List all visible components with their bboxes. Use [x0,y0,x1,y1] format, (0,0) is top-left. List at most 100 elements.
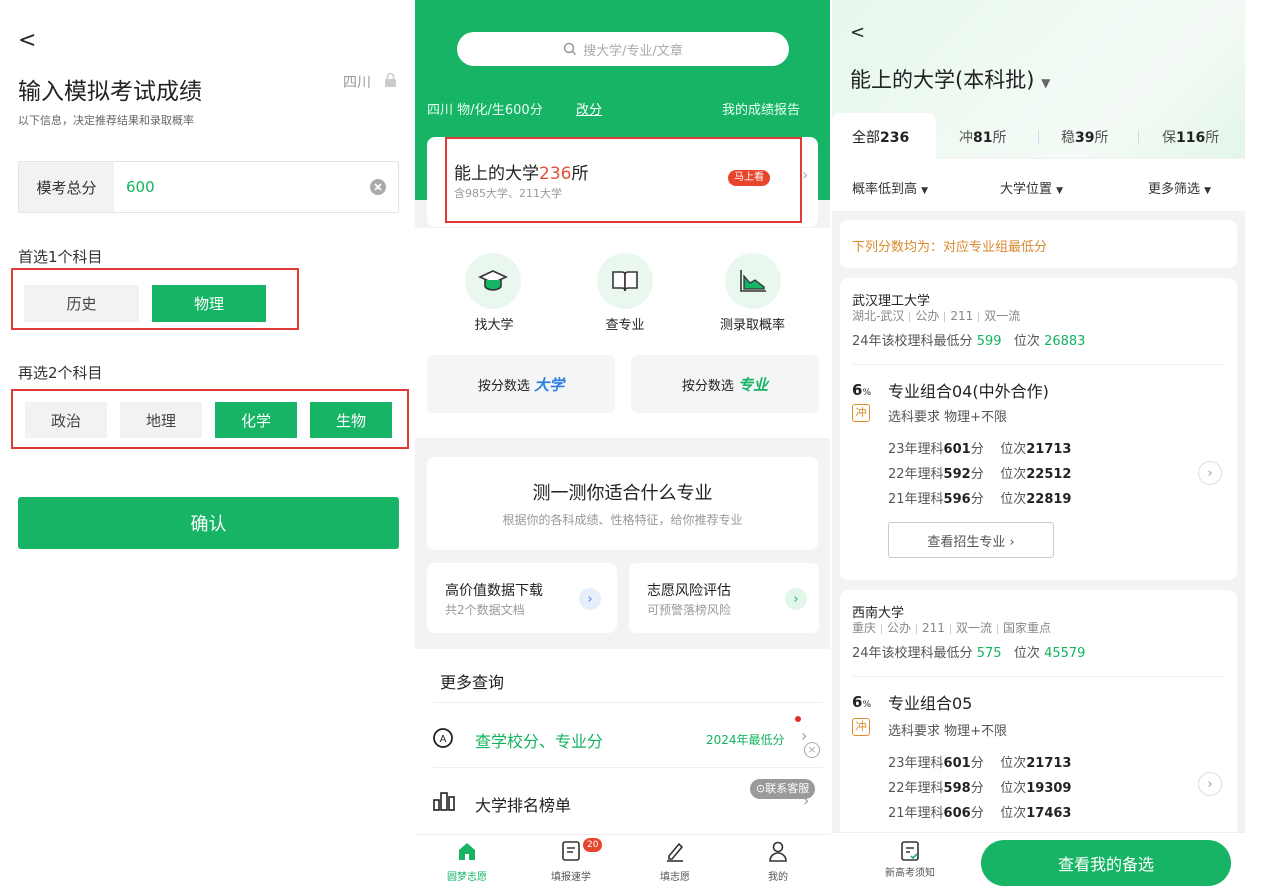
find-university-label[interactable]: 找大学 [470,314,518,333]
tab-stable[interactable]: 稳39所 [1061,127,1108,147]
score-icon: A [432,727,454,749]
tab-rush[interactable]: 冲81所 [959,127,1006,147]
history-row: 22年理科598分 位次19309 [888,781,1072,796]
notice-card: 下列分数均为：对应专业组最低分 [840,220,1237,268]
school-min-score: 24年该校理科最低分 599 位次 26883 [852,334,1086,349]
svg-text:A: A [440,734,447,745]
divider [433,702,823,703]
chevron-right-icon: › [803,791,810,810]
view-majors-button[interactable]: 查看招生专业 › [888,522,1054,558]
history-row: 22年理科592分 位次22512 [888,467,1072,482]
chevron-right-icon: › [579,588,601,610]
score-input[interactable]: 600 [114,162,358,212]
history-row: 23年理科601分 位次21713 [888,442,1072,457]
view-shortlist-button[interactable]: 查看我的备选 [981,840,1231,886]
book-icon[interactable] [597,253,653,309]
search-placeholder: 搜大学/专业/文章 [583,43,683,59]
subject-biology-button[interactable]: 生物 [310,402,392,438]
chevron-right-icon: › [785,588,807,610]
filter-more[interactable]: 更多筛选 ▼ [1148,178,1211,197]
page-subtitle: 以下信息，决定推荐结果和录取概率 [18,114,194,127]
divider [852,364,1225,365]
subject-physics-button[interactable]: 物理 [152,285,266,322]
quiz-title: 测一测你适合什么专业 [532,483,713,504]
home-panel: 搜大学/专业/文章 四川 物/化/生600分 改分 我的成绩报告 能上的大学23… [415,0,830,890]
score-label: 模考总分 [19,162,114,212]
data-download-card[interactable]: 高价值数据下载 共2个数据文档 › [427,563,617,633]
download-title: 高价值数据下载 [445,583,543,599]
subject-history-button[interactable]: 历史 [24,285,139,322]
tab-safe[interactable]: 保116所 [1162,127,1219,147]
more-query-title: 更多查询 [440,673,505,692]
search-icon [563,42,577,56]
admission-probability-label[interactable]: 测录取概率 [700,314,805,333]
chevron-right-icon[interactable]: › [1198,772,1222,796]
find-major-label[interactable]: 查专业 [595,314,655,333]
tab-all-label[interactable]: 全部236 [852,127,909,147]
subject-geography-button[interactable]: 地理 [120,402,202,438]
red-dot [795,716,801,722]
subject-requirement: 选科要求 物理+不限 [888,724,1008,739]
rush-tag: 冲 [852,718,870,736]
nav-badge: 20 [583,838,603,852]
clear-icon[interactable] [358,162,398,212]
major-quiz-card[interactable]: 测一测你适合什么专业 根据你的各科成绩、性格特征，给你推荐专业 [427,457,818,550]
download-subtitle: 共2个数据文档 [445,603,525,617]
caret-down-icon[interactable]: ▼ [1041,76,1050,90]
close-icon[interactable]: × [804,742,820,758]
lock-icon [384,72,397,88]
nav-home[interactable]: 圆梦志愿 [437,840,497,883]
group-name: 专业组合04(中外合作) [888,382,1049,401]
home-icon [437,840,497,868]
rush-tag: 冲 [852,404,870,422]
history-row: 23年理科601分 位次21713 [888,756,1072,771]
score-report-link[interactable]: 我的成绩报告 [722,99,800,118]
history-row: 21年理科596分 位次22819 [888,492,1072,507]
user-icon [748,840,808,868]
school-tags: 重庆 公办 211 双一流 国家重点 [852,621,1051,635]
divider [1038,130,1039,144]
score-info: 四川 物/化/生600分 [427,103,543,118]
back-icon[interactable]: < [850,22,865,43]
query-score-right: 2024年最低分 [706,733,785,747]
back-icon[interactable]: < [18,28,36,53]
risk-assessment-card[interactable]: 志愿风险评估 可预警落榜风险 › [629,563,819,633]
probability: 6% [852,693,871,711]
history-row: 21年理科606分 位次17463 [888,806,1072,821]
page-title: 能上的大学(本科批) ▼ [850,68,1051,92]
score-input-panel: < 输入模拟考试成绩 四川 以下信息，决定推荐结果和录取概率 模考总分 600 … [0,0,413,890]
chart-area-icon[interactable] [725,253,781,309]
probability: 6% [852,381,871,399]
select-by-score-university[interactable]: 按分数选 大学 [427,355,615,413]
nav-mine[interactable]: 我的 [748,840,808,883]
select-by-score-major[interactable]: 按分数选 专业 [631,355,819,413]
school-card[interactable]: 西南大学 重庆 公办 211 双一流 国家重点 24年该校理科最低分 575 位次 45… [840,590,1237,840]
pen-icon [645,840,705,868]
second-subject-label: 再选2个科目 [18,364,103,382]
change-score-link[interactable]: 改分 [576,99,602,118]
risk-subtitle: 可预警落榜风险 [647,603,732,617]
university-list-panel: < 能上的大学(本科批) ▼ 全部236 冲81所 稳39所 保116所 概率低… [832,0,1245,890]
province-label[interactable]: 四川 [343,72,371,92]
risk-title: 志愿风险评估 [647,583,731,599]
checklist-icon [880,840,940,864]
chevron-right-icon: › [802,165,809,184]
filter-probability[interactable]: 概率低到高 ▼ [852,178,928,197]
school-card[interactable]: 武汉理工大学 湖北-武汉 公办 211 双一流 24年该校理科最低分 599 位次 2… [840,278,1237,580]
score-field: 模考总分 600 [18,161,399,213]
headset-icon: ⊙ [756,782,766,795]
highlight-box-reachable [445,137,802,223]
nav-fill-application[interactable]: 填志愿 [645,840,705,883]
subject-chemistry-button[interactable]: 化学 [215,402,297,438]
gaokao-notice[interactable]: 新高考须知 [880,840,940,879]
divider [1138,130,1139,144]
query-score-link[interactable]: 查学校分、专业分 [475,728,603,752]
quiz-subtitle: 根据你的各科成绩、性格特征，给你推荐专业 [502,513,743,527]
subject-politics-button[interactable]: 政治 [25,402,107,438]
filter-location[interactable]: 大学位置 ▼ [1000,178,1063,197]
ranking-list-link[interactable]: 大学排名榜单 [475,792,571,816]
confirm-button[interactable]: 确认 [18,497,399,549]
search-bar[interactable]: 搜大学/专业/文章 [457,32,789,66]
chevron-right-icon[interactable]: › [1198,461,1222,485]
graduation-cap-icon[interactable] [465,253,521,309]
